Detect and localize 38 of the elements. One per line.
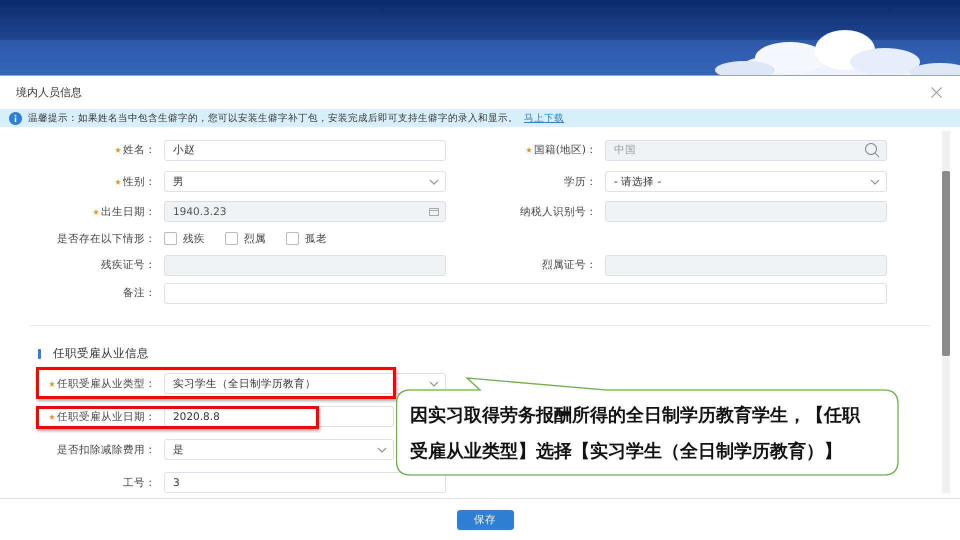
field-label: 性别： — [123, 174, 156, 188]
input-field[interactable]: 3 — [164, 472, 446, 493]
section-title: 任职受雇从业信息 — [53, 346, 149, 361]
chevron-down-icon — [377, 446, 387, 452]
checkbox[interactable]: 残疾 — [164, 232, 205, 246]
select-field[interactable]: 男 — [164, 171, 446, 192]
chevron-down-icon — [429, 178, 439, 184]
field-label: 任职受雇从业类型： — [57, 376, 156, 390]
field-label: 烈属证号： — [542, 258, 597, 272]
calendar-icon — [429, 207, 439, 216]
dialog-title: 境内人员信息 — [16, 85, 82, 100]
select-field[interactable]: - 请选择 - — [605, 171, 887, 192]
select-field[interactable]: 是 — [164, 439, 394, 460]
section-marker — [38, 348, 41, 358]
scrollbar[interactable] — [942, 131, 950, 493]
select-field[interactable]: 实习学生（全日制学历教育） — [164, 373, 446, 394]
input-field[interactable]: 小赵 — [164, 140, 446, 160]
input-field[interactable] — [164, 282, 887, 304]
field-label: 是否存在以下情形： — [57, 232, 156, 246]
field-label: 残疾证号： — [101, 258, 156, 272]
chevron-down-icon — [870, 178, 880, 184]
field-label: 备注： — [123, 286, 156, 300]
chevron-down-icon — [429, 380, 439, 386]
save-button[interactable]: 保存 — [456, 510, 514, 530]
field-label: 姓名： — [123, 143, 156, 157]
field-label: 国籍(地区)： — [534, 143, 597, 157]
field-label: 是否扣除减除费用： — [57, 442, 156, 456]
notice-text: 温馨提示：如果姓名当中包含生僻字的，您可以安装生僻字补丁包，安装完成后即可支持生僻字的录入和显示。 — [28, 112, 518, 124]
checkbox[interactable]: 孤老 — [286, 232, 327, 246]
callout-text: 因实习取得劳务报酬所得的全日制学历教育学生，【任职受雇从业类型】选择【实习学生（全日制学历教育）】 — [410, 404, 862, 464]
info-icon — [9, 112, 22, 124]
field-label: 纳税人识别号： — [520, 204, 597, 218]
checkbox[interactable]: 烈属 — [225, 232, 266, 246]
field-label: 任职受雇从业日期： — [57, 410, 156, 424]
field-label: 出生日期： — [101, 204, 156, 218]
close-icon[interactable] — [931, 87, 942, 98]
field-label: 工号： — [123, 476, 156, 490]
field-label: 学历： — [564, 174, 597, 188]
